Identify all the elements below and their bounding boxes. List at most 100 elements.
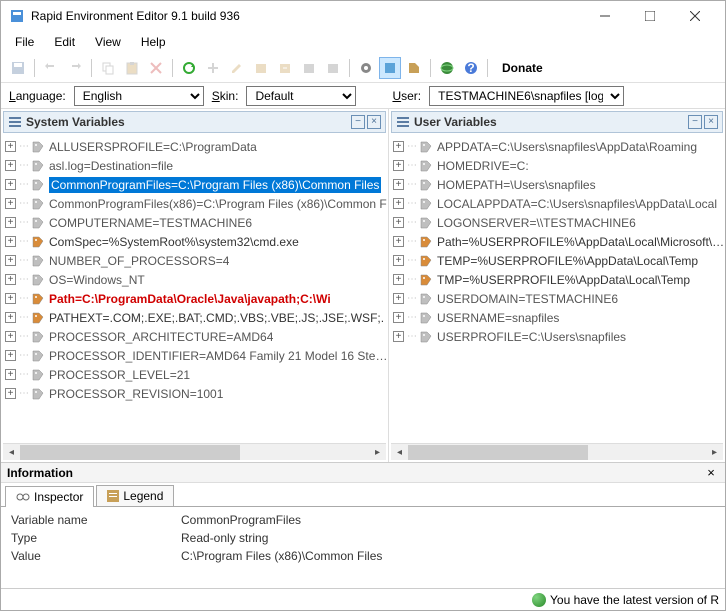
expand-icon[interactable]: + [393,255,404,266]
paste-button[interactable] [121,57,143,79]
tree-row[interactable]: +⋯OS=Windows_NT [1,270,388,289]
system-tree[interactable]: +⋯ALLUSERSPROFILE=C:\ProgramData+⋯asl.lo… [1,135,388,443]
refresh-button[interactable] [178,57,200,79]
tree-row[interactable]: +⋯asl.log=Destination=file [1,156,388,175]
maximize-button[interactable] [627,2,672,30]
scroll-left-button[interactable]: ◂ [3,445,20,460]
settings-button[interactable] [355,57,377,79]
tree-row[interactable]: +⋯HOMEDRIVE=C: [389,156,725,175]
expand-icon[interactable]: + [5,217,16,228]
donate-button[interactable]: Donate [493,58,552,78]
expand-icon[interactable]: + [5,388,16,399]
tree-row[interactable]: +⋯Path=C:\ProgramData\Oracle\Java\javapa… [1,289,388,308]
expand-icon[interactable]: + [5,141,16,152]
copy-button[interactable] [97,57,119,79]
scroll-right-button[interactable]: ▸ [369,445,386,460]
expand-icon[interactable]: + [5,236,16,247]
tree-row[interactable]: +⋯LOGONSERVER=\\TESTMACHINE6 [389,213,725,232]
horizontal-scrollbar[interactable]: ◂ ▸ [3,443,386,460]
tree-row[interactable]: +⋯USERPROFILE=C:\Users\snapfiles [389,327,725,346]
tree-row[interactable]: +⋯CommonProgramFiles=C:\Program Files (x… [1,175,388,194]
help-button[interactable]: ? [460,57,482,79]
tree-row[interactable]: +⋯HOMEPATH=\Users\snapfiles [389,175,725,194]
expand-icon[interactable]: + [393,217,404,228]
edit-button[interactable] [226,57,248,79]
undo-button[interactable] [40,57,62,79]
tree-row[interactable]: +⋯ComSpec=%SystemRoot%\system32\cmd.exe [1,232,388,251]
close-pane-button[interactable]: × [704,115,718,129]
delete-button[interactable] [145,57,167,79]
add-button[interactable] [202,57,224,79]
collapse-button[interactable]: − [351,115,365,129]
tag-icon [31,311,45,325]
web-button[interactable] [436,57,458,79]
menu-edit[interactable]: Edit [44,33,85,51]
save-button[interactable] [7,57,29,79]
user-select[interactable]: TESTMACHINE6\snapfiles [logge [429,86,624,106]
scroll-thumb[interactable] [20,445,240,460]
minimize-button[interactable] [582,2,627,30]
skin-select[interactable]: Default [246,86,356,106]
expand-icon[interactable]: + [5,312,16,323]
expand-icon[interactable]: + [393,274,404,285]
menu-view[interactable]: View [85,33,131,51]
menu-file[interactable]: File [5,33,44,51]
tree-row[interactable]: +⋯PATHEXT=.COM;.EXE;.BAT;.CMD;.VBS;.VBE;… [1,308,388,327]
tree-row[interactable]: +⋯ALLUSERSPROFILE=C:\ProgramData [1,137,388,156]
tree-row[interactable]: +⋯USERNAME=snapfiles [389,308,725,327]
expand-icon[interactable]: + [393,331,404,342]
close-pane-button[interactable]: × [367,115,381,129]
collapse-button[interactable]: − [688,115,702,129]
expand-icon[interactable]: + [393,198,404,209]
tree-row[interactable]: +⋯COMPUTERNAME=TESTMACHINE6 [1,213,388,232]
scroll-thumb[interactable] [408,445,588,460]
expand-icon[interactable]: + [5,369,16,380]
info-close-button[interactable]: × [703,465,719,480]
export-button[interactable] [322,57,344,79]
tree-row[interactable]: +⋯PROCESSOR_LEVEL=21 [1,365,388,384]
horizontal-scrollbar[interactable]: ◂ ▸ [391,443,723,460]
language-select[interactable]: English [74,86,204,106]
expand-icon[interactable]: + [5,274,16,285]
expand-icon[interactable]: + [393,236,404,247]
expand-icon[interactable]: + [393,312,404,323]
tree-row[interactable]: +⋯CommonProgramFiles(x86)=C:\Program Fil… [1,194,388,213]
restore-button[interactable] [274,57,296,79]
backup-button[interactable] [250,57,272,79]
tree-row[interactable]: +⋯PROCESSOR_IDENTIFIER=AMD64 Family 21 M… [1,346,388,365]
close-button[interactable] [672,2,717,30]
expand-icon[interactable]: + [5,255,16,266]
expand-icon[interactable]: + [393,293,404,304]
tree-row[interactable]: +⋯Path=%USERPROFILE%\AppData\Local\Micro… [389,232,725,251]
tree-connector: ⋯ [19,331,29,342]
import-button[interactable] [298,57,320,79]
expand-icon[interactable]: + [5,160,16,171]
tree-row[interactable]: +⋯TEMP=%USERPROFILE%\AppData\Local\Temp [389,251,725,270]
tree-row[interactable]: +⋯APPDATA=C:\Users\snapfiles\AppData\Roa… [389,137,725,156]
expand-icon[interactable]: + [5,293,16,304]
expand-icon[interactable]: + [393,160,404,171]
scroll-left-button[interactable]: ◂ [391,445,408,460]
expand-icon[interactable]: + [5,350,16,361]
tree-row[interactable]: +⋯TMP=%USERPROFILE%\AppData\Local\Temp [389,270,725,289]
user-tree[interactable]: +⋯APPDATA=C:\Users\snapfiles\AppData\Roa… [389,135,725,443]
tab-inspector[interactable]: Inspector [5,486,94,507]
filter-button[interactable] [379,57,401,79]
tree-row[interactable]: +⋯USERDOMAIN=TESTMACHINE6 [389,289,725,308]
expand-icon[interactable]: + [393,141,404,152]
scroll-right-button[interactable]: ▸ [706,445,723,460]
expand-icon[interactable]: + [5,331,16,342]
menu-help[interactable]: Help [131,33,176,51]
tree-row[interactable]: +⋯PROCESSOR_ARCHITECTURE=AMD64 [1,327,388,346]
tab-legend[interactable]: Legend [96,485,174,506]
window-title: Rapid Environment Editor 9.1 build 936 [31,9,582,23]
tag-view-button[interactable] [403,57,425,79]
expand-icon[interactable]: + [5,179,16,190]
tree-row[interactable]: +⋯NUMBER_OF_PROCESSORS=4 [1,251,388,270]
tree-row[interactable]: +⋯PROCESSOR_REVISION=1001 [1,384,388,403]
expand-icon[interactable]: + [5,198,16,209]
redo-button[interactable] [64,57,86,79]
separator [487,59,488,77]
expand-icon[interactable]: + [393,179,404,190]
tree-row[interactable]: +⋯LOCALAPPDATA=C:\Users\snapfiles\AppDat… [389,194,725,213]
